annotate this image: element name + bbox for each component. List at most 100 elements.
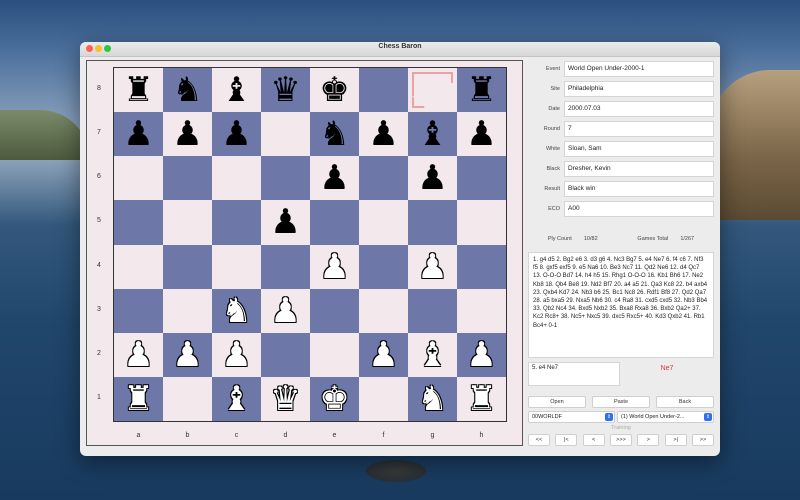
white-rook-piece[interactable]: ♜ bbox=[466, 382, 496, 416]
square-g3[interactable] bbox=[408, 288, 457, 333]
square-h2[interactable]: ♟ bbox=[457, 332, 506, 377]
white-pawn-piece[interactable]: ♟ bbox=[368, 338, 398, 372]
square-c6[interactable] bbox=[212, 156, 261, 201]
first-move-button[interactable]: |< bbox=[555, 434, 578, 446]
square-a6[interactable] bbox=[114, 156, 163, 201]
paste-button[interactable]: Paste bbox=[592, 396, 650, 408]
next-move-button[interactable]: > bbox=[637, 434, 660, 446]
square-d3[interactable]: ♟ bbox=[261, 288, 310, 333]
white-bishop-piece[interactable]: ♝ bbox=[221, 382, 251, 416]
square-g8[interactable] bbox=[408, 68, 457, 113]
square-b5[interactable] bbox=[163, 200, 212, 245]
square-b8[interactable]: ♞ bbox=[163, 68, 212, 113]
black-queen-piece[interactable]: ♛ bbox=[270, 73, 300, 107]
result-field[interactable]: Black win bbox=[564, 181, 714, 197]
square-g6[interactable]: ♟ bbox=[408, 156, 457, 201]
square-b1[interactable] bbox=[163, 376, 212, 421]
black-knight-piece[interactable]: ♞ bbox=[319, 117, 349, 151]
moves-text-area[interactable]: 1. g4 d5 2. Bg2 e6 3. d3 g6 4. Nc3 Bg7 5… bbox=[528, 252, 714, 358]
square-e1[interactable]: ♚ bbox=[310, 376, 359, 421]
square-d4[interactable] bbox=[261, 244, 310, 289]
chess-board[interactable]: ♜ ♞ ♝ ♛ ♚ ♜ ♟ ♟ ♟ ♞ ♟ ♝ ♟ ♟ ♟ ♟ ♟ ♟ ♞ ♟ ♟ ♟ ♟ ♟ ♝ ♟ ♜ ♝ ♛ ♚ ♞ ♜ bbox=[113, 67, 507, 422]
game-select[interactable]: (1) World Open Under-2... ⇕ bbox=[617, 411, 714, 423]
square-a4[interactable] bbox=[114, 244, 163, 289]
black-field[interactable]: Dresher, Kevin bbox=[564, 161, 714, 177]
square-g1[interactable]: ♞ bbox=[408, 376, 457, 421]
square-f5[interactable] bbox=[359, 200, 408, 245]
square-f3[interactable] bbox=[359, 288, 408, 333]
square-f4[interactable] bbox=[359, 244, 408, 289]
square-a5[interactable] bbox=[114, 200, 163, 245]
square-d1[interactable]: ♛ bbox=[261, 376, 310, 421]
square-c7[interactable]: ♟ bbox=[212, 112, 261, 157]
square-e2[interactable] bbox=[310, 332, 359, 377]
black-pawn-piece[interactable]: ♟ bbox=[466, 117, 496, 151]
square-h3[interactable] bbox=[457, 288, 506, 333]
black-pawn-piece[interactable]: ♟ bbox=[270, 205, 300, 239]
database-select[interactable]: 00WORLDF ⇕ bbox=[528, 411, 615, 423]
square-c8[interactable]: ♝ bbox=[212, 68, 261, 113]
white-pawn-piece[interactable]: ♟ bbox=[221, 338, 251, 372]
white-pawn-piece[interactable]: ♟ bbox=[466, 338, 496, 372]
square-a8[interactable]: ♜ bbox=[114, 68, 163, 113]
site-field[interactable]: Philadelphia bbox=[564, 81, 714, 97]
square-e6[interactable]: ♟ bbox=[310, 156, 359, 201]
white-field[interactable]: Sloan, Sam bbox=[564, 141, 714, 157]
square-f7[interactable]: ♟ bbox=[359, 112, 408, 157]
black-pawn-piece[interactable]: ♟ bbox=[123, 117, 153, 151]
square-d7[interactable] bbox=[261, 112, 310, 157]
square-c5[interactable] bbox=[212, 200, 261, 245]
white-bishop-piece[interactable]: ♝ bbox=[417, 338, 447, 372]
white-pawn-piece[interactable]: ♟ bbox=[270, 294, 300, 328]
white-knight-piece[interactable]: ♞ bbox=[417, 382, 447, 416]
square-a1[interactable]: ♜ bbox=[114, 376, 163, 421]
black-knight-piece[interactable]: ♞ bbox=[172, 73, 202, 107]
square-c3[interactable]: ♞ bbox=[212, 288, 261, 333]
black-pawn-piece[interactable]: ♟ bbox=[368, 117, 398, 151]
square-d5[interactable]: ♟ bbox=[261, 200, 310, 245]
black-pawn-piece[interactable]: ♟ bbox=[417, 161, 447, 195]
white-pawn-piece[interactable]: ♟ bbox=[123, 338, 153, 372]
last-game-button[interactable]: >> bbox=[691, 434, 714, 446]
square-g2[interactable]: ♝ bbox=[408, 332, 457, 377]
square-f6[interactable] bbox=[359, 156, 408, 201]
square-g5[interactable] bbox=[408, 200, 457, 245]
square-h5[interactable] bbox=[457, 200, 506, 245]
black-bishop-piece[interactable]: ♝ bbox=[417, 117, 447, 151]
white-pawn-piece[interactable]: ♟ bbox=[417, 250, 447, 284]
square-d2[interactable] bbox=[261, 332, 310, 377]
square-f2[interactable]: ♟ bbox=[359, 332, 408, 377]
back-button[interactable]: Back bbox=[656, 396, 714, 408]
square-c2[interactable]: ♟ bbox=[212, 332, 261, 377]
square-a7[interactable]: ♟ bbox=[114, 112, 163, 157]
square-f8[interactable] bbox=[359, 68, 408, 113]
white-pawn-piece[interactable]: ♟ bbox=[172, 338, 202, 372]
white-king-piece[interactable]: ♚ bbox=[319, 382, 349, 416]
square-b4[interactable] bbox=[163, 244, 212, 289]
square-e7[interactable]: ♞ bbox=[310, 112, 359, 157]
square-d6[interactable] bbox=[261, 156, 310, 201]
square-e4[interactable]: ♟ bbox=[310, 244, 359, 289]
square-b3[interactable] bbox=[163, 288, 212, 333]
black-pawn-piece[interactable]: ♟ bbox=[172, 117, 202, 151]
square-f1[interactable] bbox=[359, 376, 408, 421]
square-b2[interactable]: ♟ bbox=[163, 332, 212, 377]
square-e3[interactable] bbox=[310, 288, 359, 333]
black-pawn-piece[interactable]: ♟ bbox=[319, 161, 349, 195]
square-b6[interactable] bbox=[163, 156, 212, 201]
black-rook-piece[interactable]: ♜ bbox=[123, 73, 153, 107]
black-king-piece[interactable]: ♚ bbox=[319, 73, 349, 107]
square-e8[interactable]: ♚ bbox=[310, 68, 359, 113]
square-g7[interactable]: ♝ bbox=[408, 112, 457, 157]
round-field[interactable]: 7 bbox=[564, 121, 714, 137]
event-field[interactable]: World Open Under-2000-1 bbox=[564, 61, 714, 77]
square-h1[interactable]: ♜ bbox=[457, 376, 506, 421]
move-input[interactable]: 5. e4 Ne7 bbox=[528, 362, 620, 386]
black-rook-piece[interactable]: ♜ bbox=[466, 73, 496, 107]
last-move-button[interactable]: >| bbox=[664, 434, 687, 446]
square-b7[interactable]: ♟ bbox=[163, 112, 212, 157]
date-field[interactable]: 2000.07.03 bbox=[564, 101, 714, 117]
open-button[interactable]: Open bbox=[528, 396, 586, 408]
square-h6[interactable] bbox=[457, 156, 506, 201]
white-knight-piece[interactable]: ♞ bbox=[221, 294, 251, 328]
